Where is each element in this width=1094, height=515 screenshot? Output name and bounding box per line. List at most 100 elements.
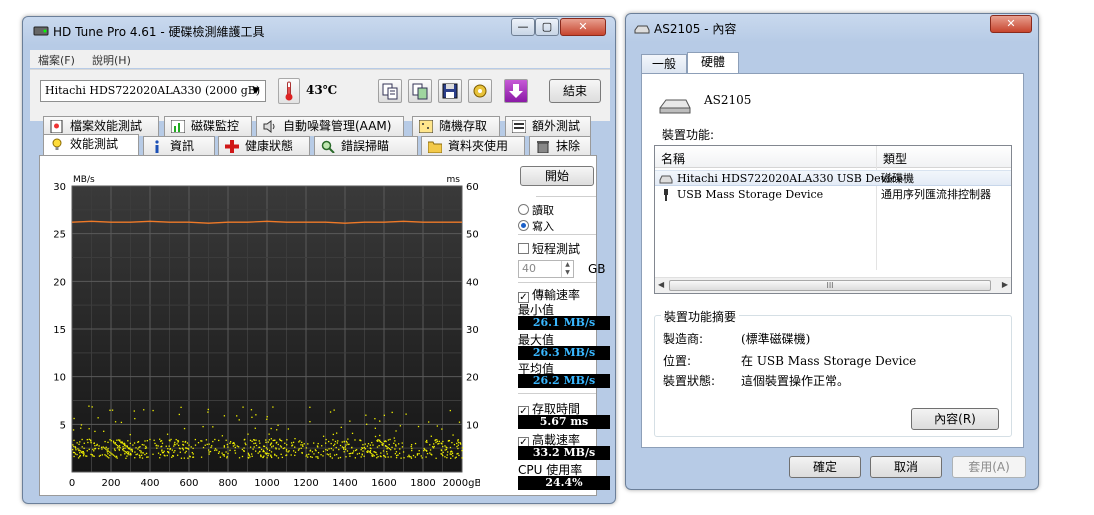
access-time-point xyxy=(106,449,108,451)
list-item[interactable]: USB Mass Storage Device 通用序列匯流排控制器 xyxy=(655,187,1011,203)
menu-file[interactable]: 檔案(F) xyxy=(38,52,75,68)
spin-arrows-icon: ▲ ▼ xyxy=(561,261,573,277)
maximize-button[interactable]: ▢ xyxy=(535,18,559,36)
access-time-point xyxy=(251,440,253,443)
apply-button[interactable]: 套用(A) xyxy=(952,456,1026,478)
tab-error-scan[interactable]: 錯誤掃瞄 xyxy=(314,136,418,156)
close-button[interactable]: ✕ xyxy=(990,15,1032,33)
access-time-point xyxy=(190,446,192,448)
access-time-point xyxy=(230,441,232,443)
access-time-point xyxy=(83,447,85,449)
tab-file-benchmark[interactable]: 檔案效能測試 xyxy=(43,116,159,136)
access-time-point xyxy=(269,444,272,446)
short-test-size-input[interactable]: 40 ▲ ▼ xyxy=(518,260,574,278)
short-test-checkbox[interactable]: 短程測試 xyxy=(518,240,580,257)
burst-rate-value: 33.2 MB/s xyxy=(518,446,610,460)
access-time-point xyxy=(202,425,204,428)
tab-health[interactable]: 健康狀態 xyxy=(218,136,310,156)
access-time-point xyxy=(204,444,206,446)
access-time-point xyxy=(277,424,279,426)
access-time-point xyxy=(270,438,272,440)
access-time-point xyxy=(255,444,258,447)
access-time-point xyxy=(387,439,390,441)
ok-button[interactable]: 確定 xyxy=(789,456,861,478)
properties-titlebar[interactable]: AS2105 - 內容 ✕ xyxy=(626,14,1038,42)
hdtune-titlebar[interactable]: HD Tune Pro 4.61 - 硬碟檢測維護工具 — ▢ ✕ xyxy=(23,17,615,45)
access-time-point xyxy=(348,452,350,455)
copy-screenshot-button[interactable] xyxy=(408,79,432,103)
access-time-point xyxy=(281,456,284,459)
download-button[interactable] xyxy=(504,79,528,103)
access-time-point xyxy=(223,415,226,417)
access-time-point xyxy=(272,406,274,408)
access-time-point xyxy=(221,452,223,454)
access-time-point xyxy=(369,450,372,452)
close-button[interactable]: ✕ xyxy=(560,18,606,36)
minimize-button[interactable]: — xyxy=(511,18,535,36)
access-time-point xyxy=(243,450,245,452)
access-time-point xyxy=(212,440,214,443)
list-item[interactable]: Hitachi HDS722020ALA330 USB Device 磁碟機 xyxy=(655,170,1011,186)
tab-extra-tests[interactable]: 額外測試 xyxy=(505,116,591,136)
properties-button[interactable]: 內容(R) xyxy=(911,408,999,430)
access-time-point xyxy=(449,446,452,449)
access-time-point xyxy=(452,455,454,457)
access-time-point xyxy=(241,455,244,458)
access-time-point xyxy=(159,440,162,442)
tab-aam[interactable]: 自動噪聲管理(AAM) xyxy=(256,116,404,136)
thermometer-button[interactable] xyxy=(278,78,300,104)
read-radio[interactable]: 讀取 xyxy=(518,202,554,218)
access-time-point xyxy=(234,446,236,449)
access-time-point xyxy=(366,451,369,453)
access-time-point xyxy=(440,449,442,451)
menu-help[interactable]: 說明(H) xyxy=(92,52,131,68)
tab-general[interactable]: 一般 xyxy=(641,54,687,74)
access-time-point xyxy=(116,447,119,449)
access-time-point xyxy=(335,453,338,456)
tab-folder-usage[interactable]: 資料夾使用 xyxy=(421,136,525,156)
access-time-point xyxy=(88,405,90,407)
access-time-point xyxy=(173,445,175,447)
access-time-point xyxy=(105,448,107,450)
cancel-button[interactable]: 取消 xyxy=(870,456,942,478)
access-time-point xyxy=(325,442,327,444)
tab-erase[interactable]: 抹除 xyxy=(529,136,591,156)
exit-button[interactable]: 結束 xyxy=(549,79,601,103)
access-time-point xyxy=(317,452,320,454)
access-time-point xyxy=(154,442,156,445)
access-time-point xyxy=(316,445,319,447)
scroll-right-icon[interactable]: ▶ xyxy=(1002,280,1008,289)
access-time-point xyxy=(136,453,139,455)
tab-hardware[interactable]: 硬體 xyxy=(687,52,739,74)
write-radio[interactable]: 寫入 xyxy=(518,218,554,234)
copy-text-button[interactable] xyxy=(378,79,402,103)
horizontal-scrollbar[interactable]: ◀ III ▶ xyxy=(655,277,1011,293)
access-time-point xyxy=(73,455,75,458)
options-button[interactable] xyxy=(468,79,492,103)
tab-random-access[interactable]: 隨機存取 xyxy=(412,116,500,136)
access-time-point xyxy=(205,439,208,441)
access-time-point xyxy=(129,448,131,450)
properties-window: AS2105 - 內容 ✕ 一般 硬體 AS2105 裝置功能: 名稱 類型 H… xyxy=(625,13,1039,490)
save-button[interactable] xyxy=(438,79,462,103)
tab-info[interactable]: 資訊 xyxy=(143,136,215,156)
access-time-point xyxy=(418,452,420,455)
access-time-point xyxy=(402,451,405,453)
scroll-thumb[interactable]: III xyxy=(669,280,991,291)
tab-benchmark[interactable]: 效能測試 xyxy=(43,134,139,156)
access-time-point xyxy=(107,453,109,455)
access-time-point xyxy=(243,447,245,449)
access-time-point xyxy=(120,441,122,443)
column-header-name[interactable]: 名稱 xyxy=(661,150,685,167)
access-time-point xyxy=(105,446,107,448)
drive-select[interactable]: Hitachi HDS722020ALA330 (2000 gB) ▼ xyxy=(40,80,266,102)
access-time-point xyxy=(352,450,355,452)
tab-disk-monitor[interactable]: 磁碟監控 xyxy=(164,116,252,136)
access-time-point xyxy=(326,453,328,455)
access-time-point xyxy=(298,448,300,450)
down-arrow-icon xyxy=(509,84,523,98)
scroll-left-icon[interactable]: ◀ xyxy=(658,280,664,289)
access-time-point xyxy=(108,457,110,459)
column-header-type[interactable]: 類型 xyxy=(883,150,907,167)
start-button[interactable]: 開始 xyxy=(520,166,594,186)
